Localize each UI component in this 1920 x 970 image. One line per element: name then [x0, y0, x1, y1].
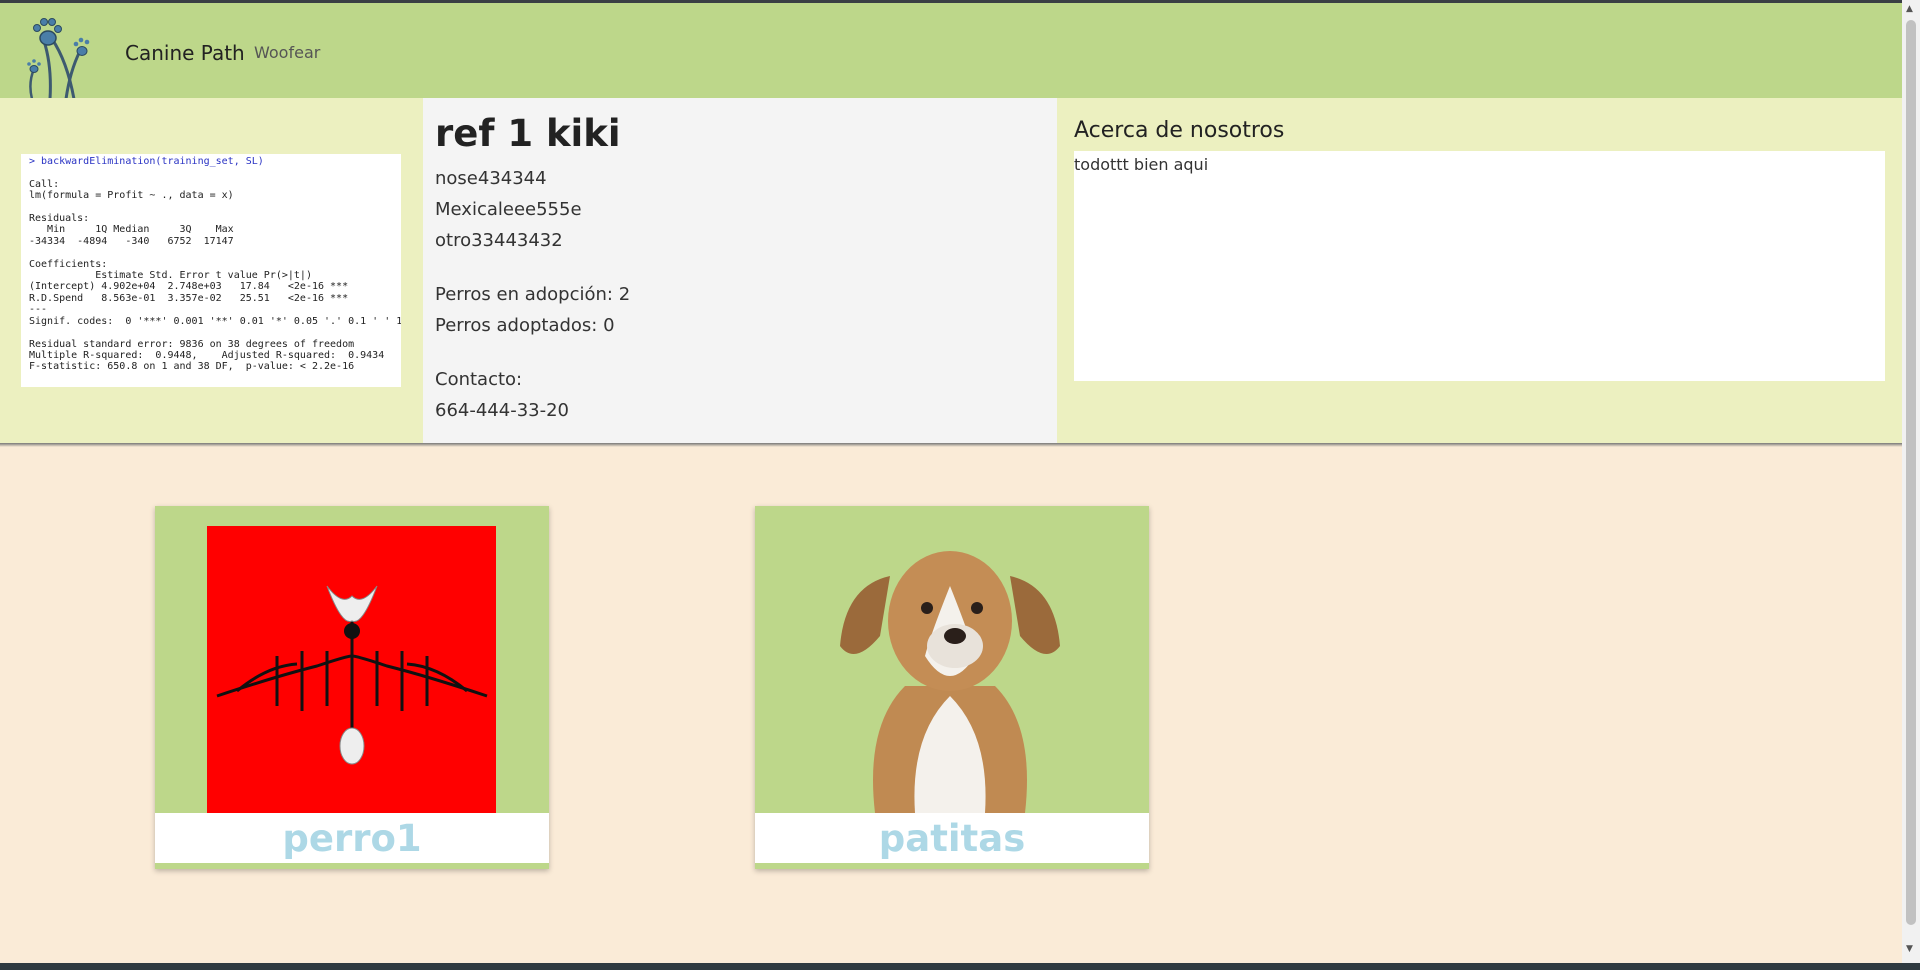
navbar: Canine Path Woofear — [0, 3, 1902, 99]
dogs-in-adoption: Perros en adopción: 2 — [435, 284, 631, 305]
code-line: lm(formula = Profit ~ ., data = x) — [29, 190, 234, 202]
window-bottom-edge — [0, 963, 1920, 970]
code-line: Call: — [29, 178, 60, 190]
dogs-adopted: Perros adoptados: 0 — [435, 315, 615, 336]
nav-link-woofear[interactable]: Woofear — [254, 43, 320, 62]
dog-name[interactable]: perro1 — [155, 813, 549, 863]
band-shadow — [0, 443, 1902, 447]
shelter-image: > backwardElimination(training_set, SL) … — [21, 154, 401, 387]
code-line: > backwardElimination(training_set, SL) — [29, 156, 264, 167]
paw-prints-logo-icon[interactable] — [22, 11, 102, 99]
code-line: Coefficients: — [29, 258, 108, 270]
vertical-scrollbar[interactable]: ▲ ▼ — [1902, 0, 1920, 970]
shelter-line-1: nose434344 — [435, 168, 547, 189]
code-line: (Intercept) 4.902e+04 2.748e+03 17.84 <2… — [29, 281, 349, 293]
code-line: Multiple R-squared: 0.9448, Adjusted R-s… — [29, 349, 385, 361]
shelter-line-3: otro33443432 — [435, 230, 563, 251]
shelter-details: ref 1 kiki nose434344 Mexicaleee555e otr… — [423, 98, 1057, 443]
code-line: --- — [29, 304, 48, 316]
code-line: Signif. codes: 0 '***' 0.001 '**' 0.01 '… — [29, 315, 401, 327]
code-line: R.D.Spend 8.563e-01 3.357e-02 25.51 <2e-… — [29, 292, 349, 304]
about-title: Acerca de nosotros — [1074, 118, 1285, 143]
code-line: Residuals: — [29, 213, 90, 225]
contact-label: Contacto: — [435, 369, 523, 390]
code-line: -34334 -4894 -340 6752 17147 — [29, 235, 234, 247]
scrollbar-thumb[interactable] — [1906, 20, 1916, 925]
scroll-down-arrow-icon[interactable]: ▼ — [1906, 944, 1913, 954]
code-line: F-statistic: 650.8 on 1 and 38 DF, p-val… — [29, 361, 355, 373]
code-line: Min 1Q Median 3Q Max — [29, 224, 234, 236]
brand-link[interactable]: Canine Path — [125, 41, 245, 65]
shelter-title: ref 1 kiki — [435, 112, 621, 155]
dog-card[interactable]: patitas — [755, 506, 1149, 869]
dog-photo-perro1[interactable] — [207, 526, 496, 813]
dog-photo-patitas[interactable] — [835, 536, 1065, 813]
contact-phone: 664-444-33-20 — [435, 400, 570, 421]
code-line: Estimate Std. Error t value Pr(>|t|) — [29, 270, 312, 282]
about-text: todottt bien aqui — [1074, 151, 1885, 381]
shelter-line-2: Mexicaleee555e — [435, 199, 582, 220]
scroll-up-arrow-icon[interactable]: ▲ — [1906, 4, 1913, 14]
dog-name[interactable]: patitas — [755, 813, 1149, 863]
code-line: Residual standard error: 9836 on 38 degr… — [29, 338, 355, 350]
dog-card[interactable]: perro1 — [155, 506, 549, 869]
